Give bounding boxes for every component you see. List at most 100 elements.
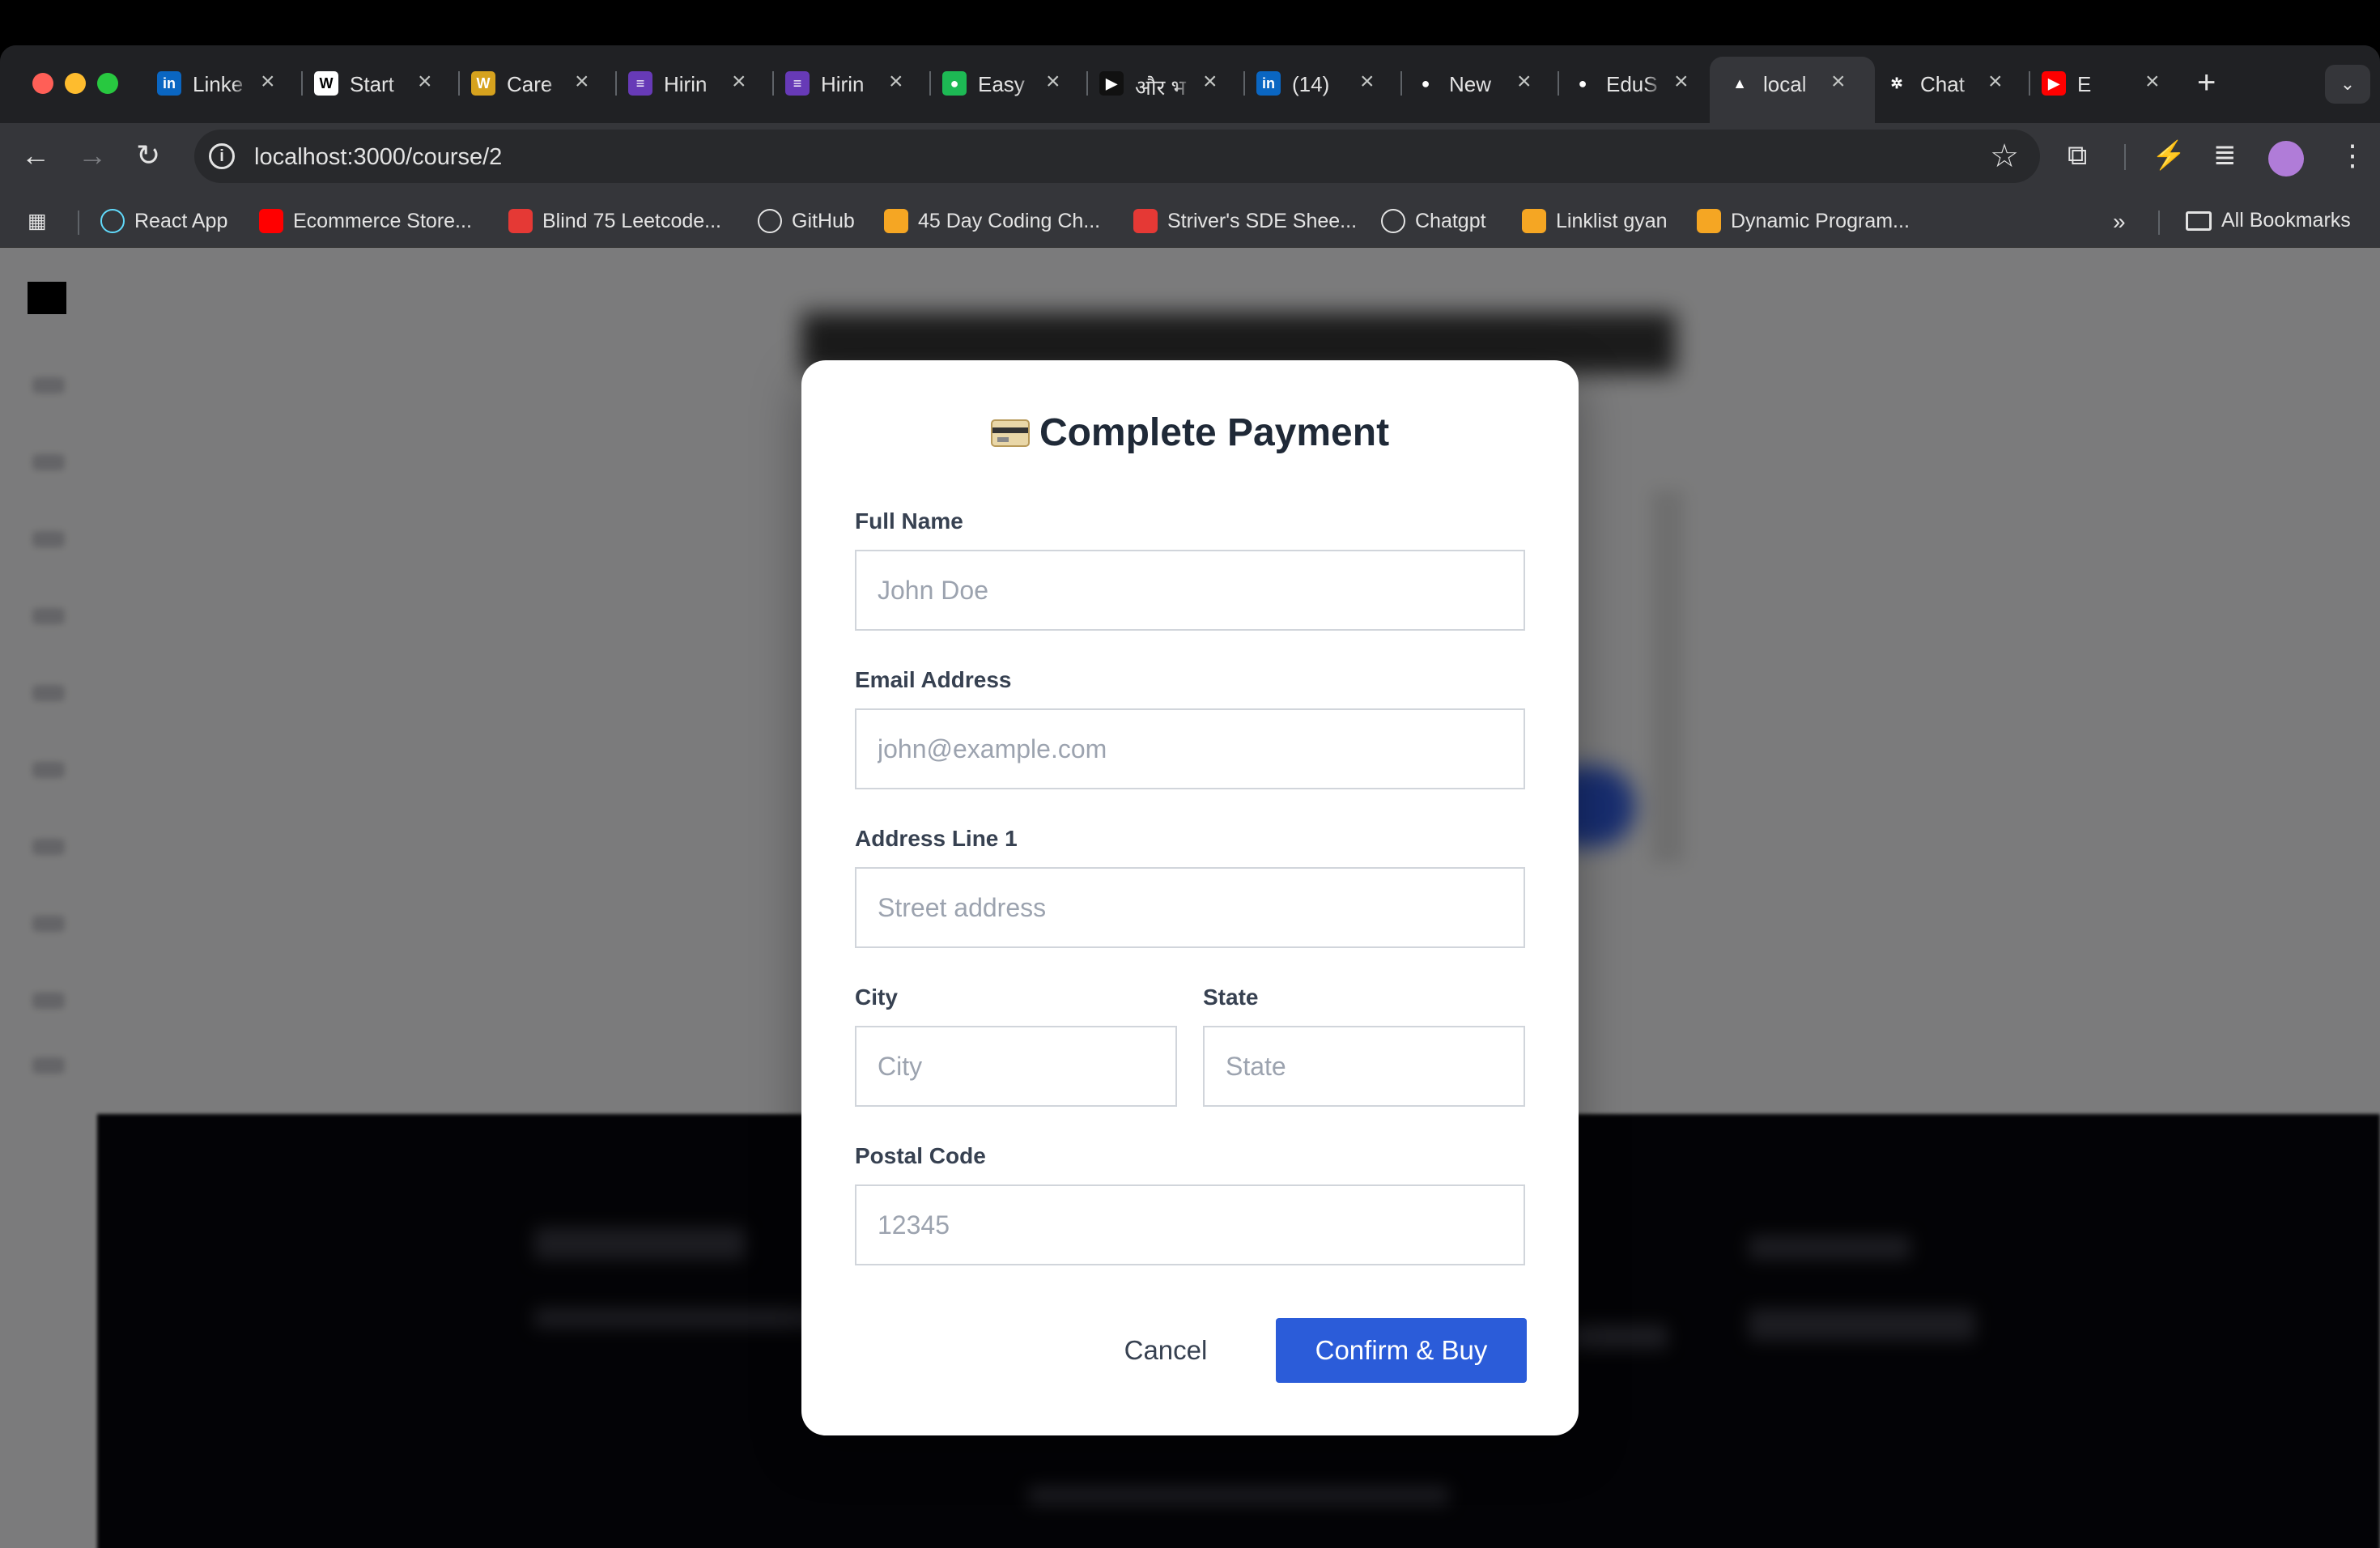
close-tab-icon[interactable]: × <box>1988 70 2003 94</box>
close-tab-icon[interactable]: × <box>1203 70 1218 94</box>
tab-title: Chat <box>1920 72 1965 96</box>
bookmark-label: React App <box>134 209 228 232</box>
close-tab-icon[interactable]: × <box>1674 70 1689 94</box>
tab-title: (14) <box>1292 72 1330 96</box>
tab[interactable]: ✲ Chat × <box>1885 57 2042 110</box>
state-input[interactable] <box>1203 1026 1525 1107</box>
tab[interactable]: ≡ Hirin × <box>785 57 942 110</box>
cancel-button[interactable]: Cancel <box>1093 1318 1239 1383</box>
bookmark-item[interactable]: 45 Day Coding Ch... <box>884 209 1100 233</box>
tab-divider <box>458 71 460 96</box>
apps-grid-icon[interactable]: ▦ <box>28 209 47 233</box>
youtube-icon <box>259 209 283 233</box>
close-tab-icon[interactable]: × <box>732 70 746 94</box>
tab[interactable]: ● EduS × <box>1570 57 1728 110</box>
profile-avatar[interactable] <box>2268 141 2304 176</box>
nextjs-icon: ▲ <box>1732 74 1747 91</box>
bookmark-label: 45 Day Coding Ch... <box>918 209 1101 232</box>
minimize-window-button[interactable] <box>65 73 86 94</box>
tab[interactable]: W Care × <box>471 57 628 110</box>
site-info-icon[interactable]: i <box>209 143 235 169</box>
tab-title: New <box>1449 72 1492 96</box>
close-tab-icon[interactable]: × <box>2145 70 2160 94</box>
toolbar-divider <box>2124 144 2126 170</box>
chatgpt-icon: ✲ <box>1890 74 1903 91</box>
tab-divider <box>1086 71 1088 96</box>
tab-title: Hirin <box>664 72 708 96</box>
tab-title: Easy <box>978 72 1025 96</box>
github-icon: ● <box>1421 74 1430 91</box>
address-line-1-input[interactable] <box>855 867 1525 948</box>
close-tab-icon[interactable]: × <box>1831 70 1846 94</box>
browser-toolbar: ← → ↻ i localhost:3000/course/2 ☆ ⧉ ⚡ ≣ … <box>0 123 2380 198</box>
tab-title: Start <box>350 72 394 96</box>
tab[interactable]: in Linke × <box>157 57 314 110</box>
bookmark-label: Chatgpt <box>1415 209 1486 232</box>
tab[interactable]: W Start × <box>314 57 471 110</box>
close-tab-icon[interactable]: × <box>1046 70 1060 94</box>
bookmark-item[interactable]: Linklist gyan <box>1522 209 1668 233</box>
chatgpt-icon <box>1381 209 1405 233</box>
url-text[interactable]: localhost:3000/course/2 <box>254 144 502 171</box>
bookmarks-divider <box>2158 211 2160 235</box>
extensions-icon[interactable]: ⧉ <box>2068 139 2087 172</box>
bookmark-item[interactable]: Dynamic Program... <box>1697 209 1910 233</box>
close-tab-icon[interactable]: × <box>1517 70 1532 94</box>
tab-title: local <box>1763 72 1807 96</box>
bookmark-item[interactable]: GitHub <box>758 209 855 233</box>
tab-title: और भ <box>1135 75 1186 100</box>
reload-icon[interactable]: ↻ <box>136 139 160 172</box>
bookmark-label: Ecommerce Store... <box>293 209 472 232</box>
media-controls-icon[interactable]: ≣ <box>2213 139 2237 172</box>
tab[interactable]: ● Easy × <box>942 57 1099 110</box>
close-tab-icon[interactable]: × <box>1360 70 1375 94</box>
bookmark-star-icon[interactable]: ☆ <box>1990 138 2019 175</box>
github-icon: ● <box>1578 74 1587 91</box>
performance-icon[interactable]: ⚡ <box>2152 139 2186 172</box>
all-bookmarks-folder[interactable]: All Bookmarks <box>2186 209 2351 232</box>
modal-title-text: Complete Payment <box>1039 411 1390 454</box>
close-tab-icon[interactable]: × <box>418 70 432 94</box>
modal-title: Complete Payment <box>801 410 1579 455</box>
tab-divider <box>772 71 774 96</box>
tab-title: Care <box>507 72 553 96</box>
full-name-input[interactable] <box>855 550 1525 631</box>
bookmark-item[interactable]: Chatgpt <box>1381 209 1486 233</box>
email-input[interactable] <box>855 708 1525 789</box>
tab-active[interactable]: ▲ local × <box>1710 57 1875 123</box>
city-input[interactable] <box>855 1026 1177 1107</box>
folder-icon <box>2186 211 2212 231</box>
bookmark-item[interactable]: React App <box>100 209 227 233</box>
forward-arrow-icon[interactable]: → <box>78 139 107 172</box>
tab[interactable]: ▶ E × <box>2042 57 2199 110</box>
city-label: City <box>855 985 898 1010</box>
browser-menu-icon[interactable]: ⋮ <box>2338 139 2367 172</box>
linklist-icon <box>1522 209 1546 233</box>
close-tab-icon[interactable]: × <box>575 70 589 94</box>
tab[interactable]: in (14) × <box>1256 57 1413 110</box>
bookmark-item[interactable]: Striver's SDE Shee... <box>1133 209 1357 233</box>
address-bar[interactable]: i localhost:3000/course/2 ☆ <box>194 130 2040 183</box>
tab-title: E <box>2077 72 2092 96</box>
tab-divider <box>1558 71 1559 96</box>
bookmarks-divider <box>78 211 79 235</box>
tab-search-button[interactable]: ⌄ <box>2325 65 2370 104</box>
bookmark-item[interactable]: Blind 75 Leetcode... <box>508 209 721 233</box>
maximize-window-button[interactable] <box>97 73 118 94</box>
close-tab-icon[interactable]: × <box>261 70 275 94</box>
back-arrow-icon[interactable]: ← <box>21 139 50 172</box>
close-window-button[interactable] <box>32 73 53 94</box>
confirm-buy-button[interactable]: Confirm & Buy <box>1276 1318 1527 1383</box>
more-bookmarks-icon[interactable]: » <box>2113 209 2126 235</box>
bookmark-label: Linklist gyan <box>1556 209 1668 232</box>
tab[interactable]: ≡ Hirin × <box>628 57 785 110</box>
credit-card-icon <box>990 419 1030 447</box>
bookmark-item[interactable]: Ecommerce Store... <box>259 209 472 233</box>
tab[interactable]: ▶ और भ × <box>1099 57 1256 110</box>
tab[interactable]: ● New × <box>1413 57 1570 110</box>
postal-code-input[interactable] <box>855 1184 1525 1265</box>
linkedin-icon: in <box>1256 71 1281 96</box>
new-tab-button[interactable]: + <box>2197 66 2216 99</box>
postal-code-label: Postal Code <box>855 1143 986 1168</box>
close-tab-icon[interactable]: × <box>889 70 903 94</box>
